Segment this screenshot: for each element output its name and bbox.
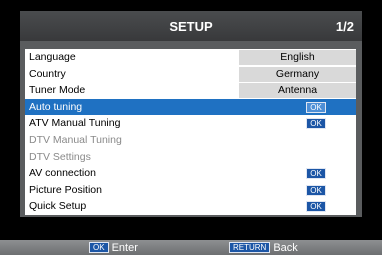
return-key-badge: RETURN — [229, 242, 271, 253]
tuner-mode-value: Antenna — [239, 83, 356, 99]
enter-label: Enter — [111, 241, 138, 254]
menu-item-label: Country — [29, 67, 66, 80]
setup-menu: Language English Country Germany Tuner M… — [25, 49, 356, 215]
menu-item-tuner-mode[interactable]: Tuner Mode Antenna — [25, 82, 356, 99]
menu-item-label: Language — [29, 51, 76, 63]
setup-panel: SETUP 1/2 Language English Country Germa… — [20, 11, 362, 217]
menu-item-label: Auto tuning — [29, 100, 83, 113]
menu-item-picture-position[interactable]: Picture Position OK — [25, 182, 356, 199]
menu-item-label: Picture Position — [29, 183, 102, 196]
ok-badge: OK — [306, 168, 326, 180]
ok-badge: OK — [306, 118, 326, 130]
country-value: Germany — [239, 66, 356, 82]
back-hint: RETURN Back — [229, 240, 298, 255]
menu-item-label: Tuner Mode — [29, 84, 86, 97]
menu-item-label: AV connection — [29, 167, 96, 180]
menu-item-country[interactable]: Country Germany — [25, 66, 356, 83]
menu-item-auto-tuning[interactable]: Auto tuning OK — [25, 98, 356, 116]
menu-item-label: ATV Manual Tuning — [29, 117, 121, 130]
enter-hint: OK Enter — [89, 240, 138, 255]
menu-item-dtv-manual-tuning: DTV Manual Tuning — [25, 132, 356, 149]
menu-item-label: Quick Setup — [29, 200, 87, 213]
ok-badge: OK — [306, 101, 326, 113]
menu-item-atv-manual-tuning[interactable]: ATV Manual Tuning OK — [25, 115, 356, 132]
ok-badge: OK — [306, 184, 326, 196]
page-title: SETUP — [169, 19, 213, 34]
menu-item-language[interactable]: Language English — [25, 49, 356, 66]
menu-item-quick-setup[interactable]: Quick Setup OK — [25, 198, 356, 215]
ok-badge: OK — [306, 201, 326, 213]
ok-key-badge: OK — [89, 242, 109, 253]
menu-item-av-connection[interactable]: AV connection OK — [25, 165, 356, 182]
menu-item-label: DTV Manual Tuning — [29, 134, 122, 146]
page-indicator: 1/2 — [335, 19, 354, 34]
language-value: English — [239, 50, 356, 65]
menu-item-label: DTV Settings — [29, 150, 91, 163]
menu-item-dtv-settings: DTV Settings — [25, 149, 356, 166]
footer-hint-bar: OK Enter RETURN Back — [0, 240, 382, 255]
setup-header: SETUP 1/2 — [20, 11, 362, 41]
back-label: Back — [273, 241, 298, 254]
